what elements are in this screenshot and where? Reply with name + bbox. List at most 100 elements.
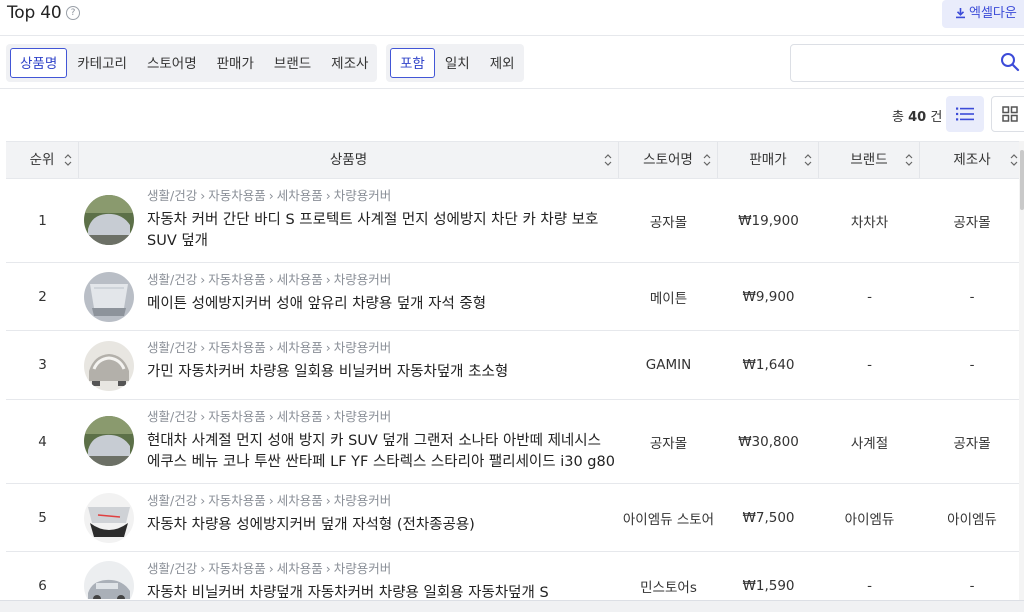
- breadcrumb-item[interactable]: 생활/건강: [147, 188, 197, 203]
- column-header-brand[interactable]: 브랜드: [819, 142, 920, 178]
- excel-download-label: 엑셀다운: [969, 6, 1017, 21]
- product-thumbnail[interactable]: [84, 195, 134, 245]
- table-row[interactable]: 6 생활/건강 › 자동차용품 › 세차용품 › 차량용커버 자동차 비닐커버 차량덮개 자…: [6, 552, 1024, 599]
- column-header-rank[interactable]: 순위: [6, 142, 79, 178]
- breadcrumb-item[interactable]: 차량용커버: [334, 272, 392, 287]
- column-header-store[interactable]: 스토어명: [619, 142, 718, 178]
- breadcrumb-item[interactable]: 차량용커버: [334, 409, 392, 424]
- field-tab-store[interactable]: 스토어명: [137, 48, 207, 78]
- breadcrumb-item[interactable]: 자동차용품: [208, 561, 266, 576]
- total-prefix: 총: [892, 110, 904, 125]
- table-row[interactable]: 2 생활/건강 › 자동차용품 › 세차용품 › 차량용커버 메이튼 성에방지커버 성애 앞…: [6, 263, 1024, 331]
- sort-arrows-icon: [64, 154, 72, 166]
- product-name-link[interactable]: 현대차 사계절 먼지 성애 방지 카 SUV 덮개 그랜저 소나타 아반떼 제네…: [147, 431, 617, 473]
- horizontal-scrollbar[interactable]: [0, 600, 1024, 612]
- breadcrumb-item[interactable]: 생활/건강: [147, 493, 197, 508]
- table-row[interactable]: 1 생활/건강 › 자동차용품 › 세차용품 › 차량용커버 자동차 커버 간단 바디 S …: [6, 179, 1024, 263]
- table-scrollbar[interactable]: [1019, 141, 1024, 601]
- column-header-product-name[interactable]: 상품명: [79, 142, 619, 178]
- product-info: 생활/건강 › 자동차용품 › 세차용품 › 차량용커버 자동차 차량용 성에방지커버 덮개…: [147, 490, 617, 536]
- breadcrumb-item[interactable]: 세차용품: [277, 340, 323, 355]
- breadcrumb-item[interactable]: 차량용커버: [334, 493, 392, 508]
- product-info: 생활/건강 › 자동차용품 › 세차용품 › 차량용커버 현대차 사계절 먼지 성애 방지 …: [147, 406, 617, 473]
- breadcrumb-item[interactable]: 생활/건강: [147, 561, 197, 576]
- product-name-link[interactable]: 자동차 비닐커버 차량덮개 자동차커버 차량용 일회용 자동차덮개 S: [147, 583, 617, 599]
- category-breadcrumb: 생활/건강 › 자동차용품 › 세차용품 › 차량용커버: [147, 337, 617, 356]
- breadcrumb-item[interactable]: 자동차용품: [208, 493, 266, 508]
- search-input[interactable]: [790, 44, 1024, 82]
- breadcrumb-item[interactable]: 생활/건강: [147, 409, 197, 424]
- chevron-right-icon: ›: [200, 188, 206, 203]
- store-cell: 민스토어s: [640, 580, 697, 596]
- search-field-selector: 상품명 카테고리 스토어명 판매가 브랜드 제조사: [6, 44, 377, 82]
- match-tab-exclude[interactable]: 제외: [480, 48, 525, 78]
- breadcrumb-item[interactable]: 자동차용품: [208, 188, 266, 203]
- excel-download-button[interactable]: 엑셀다운: [942, 0, 1024, 28]
- breadcrumb-item[interactable]: 세차용품: [277, 561, 323, 576]
- brand-cell: -: [867, 288, 872, 305]
- field-tab-maker[interactable]: 제조사: [321, 48, 378, 78]
- breadcrumb-item[interactable]: 차량용커버: [334, 561, 392, 576]
- maker-cell: 아이엠듀: [947, 511, 997, 528]
- breadcrumb-item[interactable]: 자동차용품: [208, 409, 266, 424]
- match-mode-selector: 포함 일치 제외: [386, 44, 524, 82]
- column-label-product-name: 상품명: [329, 152, 368, 168]
- table-row[interactable]: 5 생활/건강 › 자동차용품 › 세차용품 › 차량용커버 자동차 차량용 성에방지커버 …: [6, 484, 1024, 552]
- product-name-link[interactable]: 자동차 차량용 성에방지커버 덮개 자석형 (전차종공용): [147, 515, 617, 536]
- brand-cell: 사계절: [850, 435, 889, 452]
- product-thumbnail[interactable]: [84, 272, 134, 322]
- field-tab-brand[interactable]: 브랜드: [264, 48, 321, 78]
- search-icon[interactable]: [1000, 52, 1020, 72]
- chevron-right-icon: ›: [268, 188, 274, 203]
- breadcrumb-item[interactable]: 차량용커버: [334, 188, 392, 203]
- breadcrumb-item[interactable]: 생활/건강: [147, 340, 197, 355]
- grid-view-icon: [1002, 106, 1018, 122]
- column-header-price[interactable]: 판매가: [718, 142, 819, 178]
- breadcrumb-item[interactable]: 세차용품: [277, 493, 323, 508]
- rank-cell: 3: [38, 357, 47, 373]
- field-tab-product-name[interactable]: 상품명: [10, 48, 68, 78]
- question-circle-icon[interactable]: ?: [66, 6, 80, 20]
- rank-cell: 5: [38, 509, 47, 526]
- field-tab-price[interactable]: 판매가: [207, 48, 264, 78]
- breadcrumb-item[interactable]: 세차용품: [277, 409, 323, 424]
- breadcrumb-item[interactable]: 생활/건강: [147, 272, 197, 287]
- breadcrumb-item[interactable]: 세차용품: [277, 272, 323, 287]
- sort-arrows-icon: [804, 154, 812, 166]
- grid-view-button[interactable]: [991, 96, 1024, 132]
- table-row[interactable]: 4 생활/건강 › 자동차용품 › 세차용품 › 차량용커버 현대차 사계절 먼지 성애 방…: [6, 400, 1024, 484]
- price-cell: ₩1,640: [742, 357, 795, 373]
- chevron-right-icon: ›: [325, 409, 331, 424]
- maker-cell: 공자몰: [953, 214, 991, 231]
- chevron-right-icon: ›: [200, 493, 206, 508]
- brand-cell: -: [867, 578, 872, 594]
- breadcrumb-item[interactable]: 자동차용품: [208, 272, 266, 287]
- chevron-right-icon: ›: [325, 340, 331, 355]
- product-thumbnail[interactable]: [84, 493, 134, 543]
- breadcrumb-item[interactable]: 세차용품: [277, 188, 323, 203]
- scrollbar-thumb[interactable]: [1020, 150, 1024, 210]
- store-cell: 아이엠듀 스토어: [622, 511, 715, 528]
- field-tab-category[interactable]: 카테고리: [67, 48, 137, 78]
- category-breadcrumb: 생활/건강 › 자동차용품 › 세차용품 › 차량용커버: [147, 185, 617, 204]
- chevron-right-icon: ›: [200, 561, 206, 576]
- list-view-button[interactable]: [946, 96, 984, 132]
- column-label-store: 스토어명: [643, 152, 693, 168]
- product-name-link[interactable]: 가민 자동차커버 차량용 일회용 비닐커버 자동차덮개 초소형: [147, 362, 617, 383]
- rank-cell: 1: [38, 212, 47, 229]
- sort-arrows-icon: [1010, 154, 1018, 166]
- product-name-link[interactable]: 자동차 커버 간단 바디 S 프로텍트 사계절 먼지 성에방지 차단 카 차량 …: [147, 210, 617, 252]
- breadcrumb-item[interactable]: 자동차용품: [208, 340, 266, 355]
- column-header-maker[interactable]: 제조사: [920, 142, 1024, 178]
- breadcrumb-item[interactable]: 차량용커버: [334, 340, 392, 355]
- price-cell: ₩9,900: [742, 288, 795, 305]
- match-tab-include[interactable]: 포함: [390, 48, 435, 78]
- result-summary-row: 총 40 건: [0, 89, 1024, 141]
- product-name-link[interactable]: 메이튼 성에방지커버 성애 앞유리 차량용 덮개 자석 중형: [147, 294, 617, 315]
- total-number: 40: [908, 110, 927, 125]
- product-thumbnail[interactable]: [84, 416, 134, 466]
- match-tab-exact[interactable]: 일치: [435, 48, 480, 78]
- table-row[interactable]: 3 생활/건강 › 자동차용품 › 세차용품 › 차량용커버 가민 자동차커버 차량용 일회…: [6, 331, 1024, 400]
- product-thumbnail[interactable]: [84, 341, 134, 391]
- product-thumbnail[interactable]: [84, 561, 134, 599]
